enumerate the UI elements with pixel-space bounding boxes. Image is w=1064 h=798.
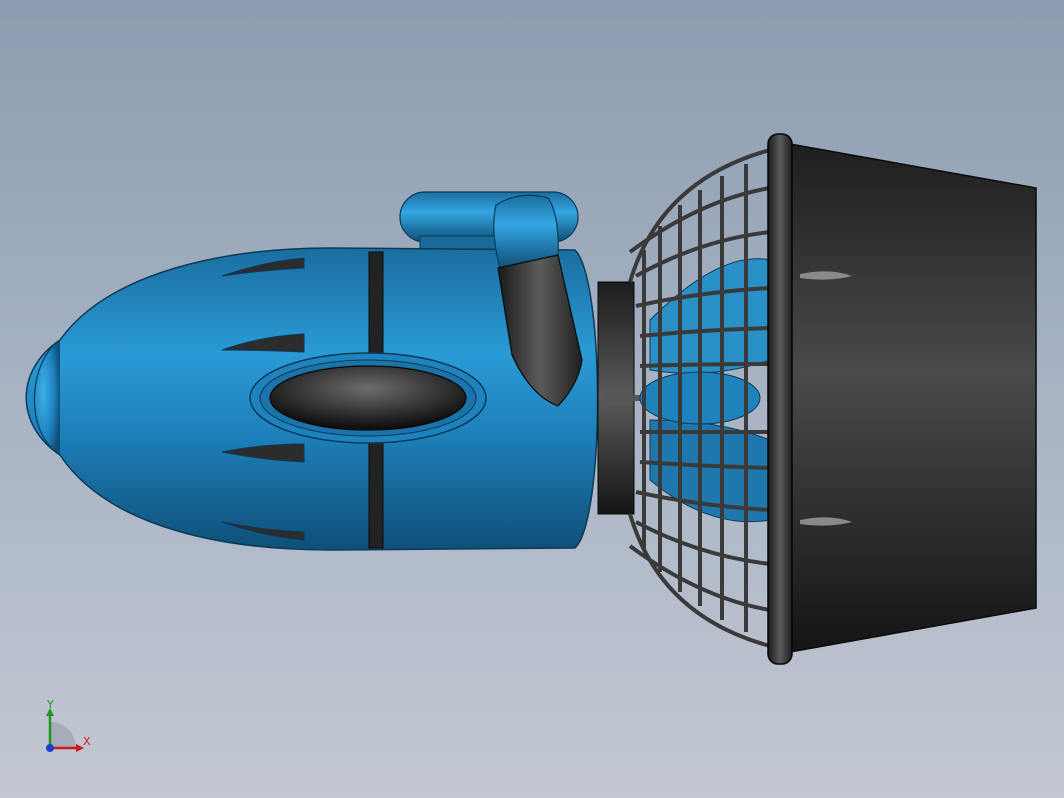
control-pad[interactable] (249, 352, 487, 444)
graphics-viewport[interactable]: Y X (0, 0, 1064, 798)
scooter-model[interactable] (0, 0, 1064, 798)
y-axis-label: Y (47, 698, 54, 711)
orientation-triad: Y X (36, 696, 106, 760)
motor-neck (597, 281, 644, 515)
motor-shroud (767, 133, 1037, 665)
x-axis-label: X (83, 735, 91, 748)
